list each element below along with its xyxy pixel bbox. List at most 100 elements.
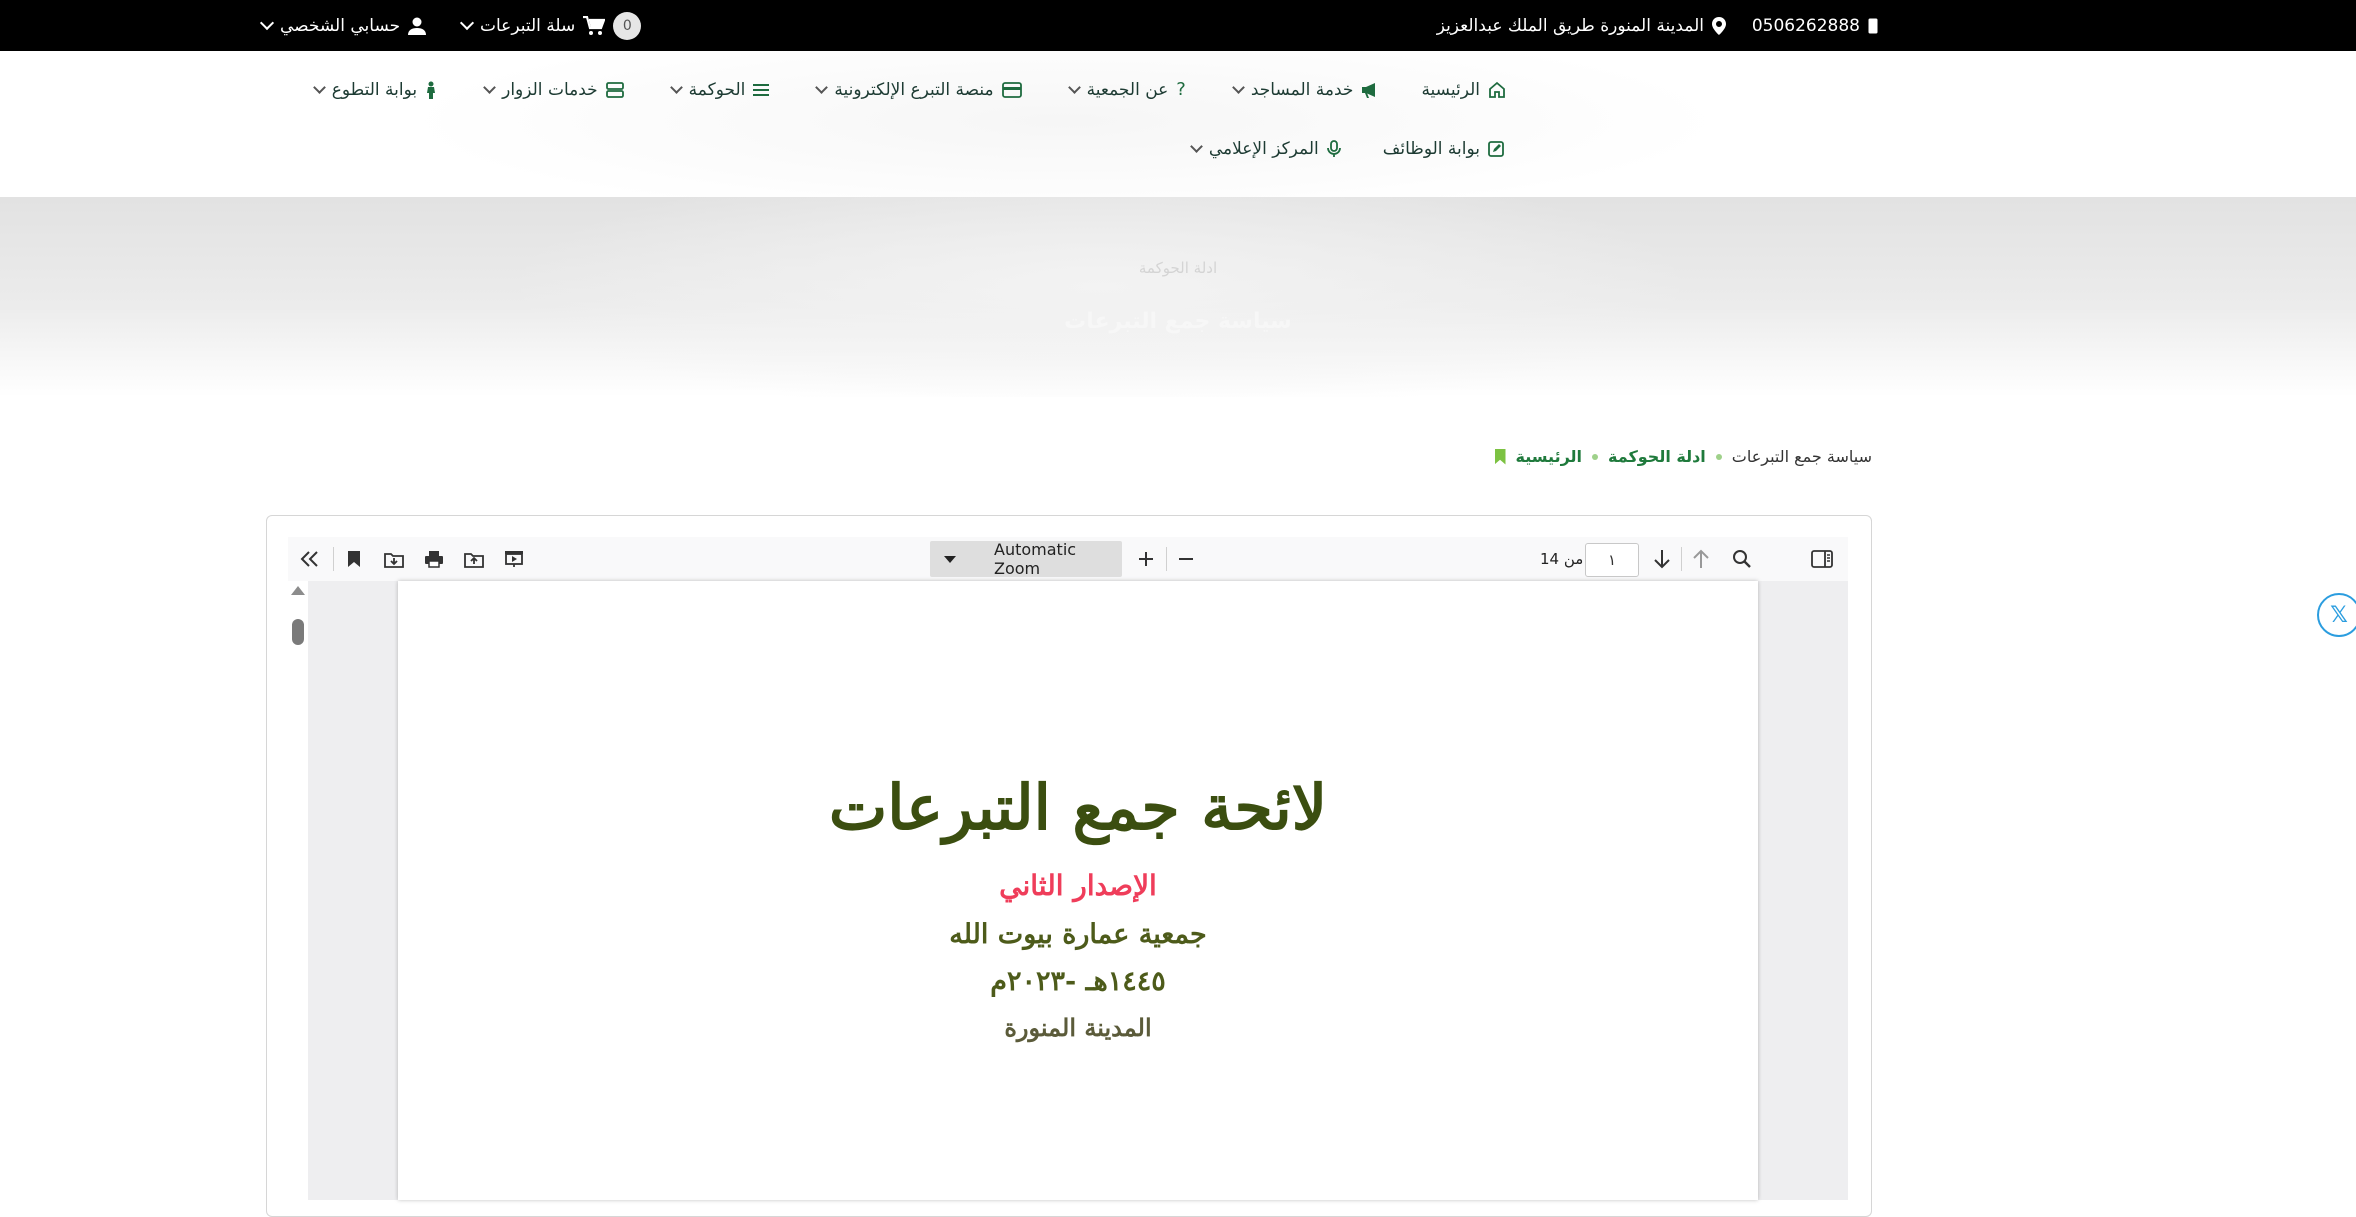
- user-icon: [408, 17, 427, 35]
- pdf-toolbar: Automatic Zoom من 14 ١: [288, 537, 1848, 582]
- account-menu[interactable]: حسابي الشخصي: [259, 0, 427, 51]
- location-pin-icon: [1712, 16, 1726, 35]
- nav-label: عن الجمعية: [1086, 79, 1169, 100]
- outer-scrollbar[interactable]: [288, 581, 308, 1200]
- pdf-page: لائحة جمع التبرعات الإصدار الثاني جمعية …: [398, 581, 1758, 1200]
- nav-label: الحوكمة: [688, 79, 746, 100]
- nav-item-mosque-services[interactable]: خدمة المساجد: [1228, 80, 1380, 100]
- nav-label: الرئيسية: [1421, 79, 1480, 100]
- scroll-up-arrow-icon[interactable]: [291, 586, 305, 595]
- hero-background-image: [500, 197, 1700, 397]
- top-bar: 0506262888 المدينة المنورة طريق الملك عب…: [0, 0, 2356, 51]
- nav-label: بوابة الوظائف: [1382, 139, 1480, 159]
- nav-item-jobs-portal[interactable]: بوابة الوظائف: [1383, 139, 1504, 159]
- breadcrumb-section[interactable]: ادلة الحوكمة: [1608, 447, 1706, 466]
- breadcrumb-separator: [1715, 453, 1722, 460]
- page-number-input[interactable]: ١: [1585, 543, 1639, 577]
- nav-row-2: بوابة الوظائف المركز الإعلامي: [1186, 139, 1504, 159]
- breadcrumb-separator: [1592, 453, 1599, 460]
- presentation-icon: [504, 550, 524, 568]
- chevron-down-icon: [1067, 80, 1081, 94]
- nav-item-home[interactable]: الرئيسية: [1421, 80, 1506, 100]
- zoom-value: Automatic Zoom: [994, 540, 1077, 578]
- open-file-button[interactable]: [458, 537, 490, 581]
- toolbar-separator: [1681, 547, 1682, 571]
- nav-item-visitor-services[interactable]: خدمات الزوار: [479, 80, 624, 100]
- megaphone-icon: [1361, 82, 1379, 98]
- sidebar-icon: [1811, 550, 1833, 568]
- presentation-mode-button[interactable]: [498, 537, 530, 581]
- chevron-down-icon: [815, 80, 829, 94]
- chevron-down-icon: [459, 15, 475, 31]
- mobile-icon: [1868, 18, 1878, 34]
- nav-item-about[interactable]: ? عن الجمعية: [1064, 79, 1186, 100]
- next-page-button[interactable]: [1646, 537, 1678, 581]
- sidebar-toggle-button[interactable]: [1806, 537, 1838, 581]
- chevron-down-icon: [1189, 140, 1203, 153]
- page-title: سياسة جمع التبرعات: [1064, 309, 1292, 334]
- main-navigation: الرئيسية خدمة المساجد ? عن الجمعية منصة …: [0, 51, 2356, 197]
- print-button[interactable]: [418, 537, 450, 581]
- bookmark-icon: [347, 550, 361, 568]
- nav-item-donation-platform[interactable]: منصة التبرع الإلكترونية: [811, 80, 1022, 100]
- document-city: المدينة المنورة: [1004, 1013, 1152, 1042]
- nav-item-volunteer-portal[interactable]: بوابة التطوع: [309, 80, 437, 100]
- nav-item-governance[interactable]: الحوكمة: [666, 80, 770, 100]
- address-contact: المدينة المنورة طريق الملك عبدالعزيز: [1437, 0, 1726, 51]
- plus-icon: [1137, 550, 1155, 568]
- arrow-down-icon: [1653, 549, 1671, 569]
- open-file-icon: [464, 550, 484, 568]
- download-button[interactable]: [378, 537, 410, 581]
- x-social-button[interactable]: 𝕏: [2317, 593, 2356, 637]
- previous-page-button[interactable]: [1685, 537, 1717, 581]
- document-edition: الإصدار الثاني: [999, 869, 1157, 902]
- zoom-select[interactable]: Automatic Zoom: [930, 540, 1122, 578]
- phone-number: 0506262888: [1751, 15, 1860, 36]
- donations-cart[interactable]: 0 سلة التبرعات: [459, 0, 642, 51]
- question-icon: ?: [1176, 79, 1186, 100]
- chevron-down-icon: [259, 15, 275, 31]
- nav-label: خدمات الزوار: [502, 79, 598, 100]
- bookmark-icon: [1494, 448, 1506, 465]
- document-date: ١٤٤٥هـ -٢٠٢٣م: [990, 966, 1166, 997]
- minus-icon: [1177, 550, 1195, 568]
- hero-subtitle: ادلة الحوكمة: [1138, 259, 1218, 277]
- search-icon: [1732, 549, 1752, 569]
- chevron-down-icon: [483, 80, 496, 94]
- list-icon: [753, 83, 770, 97]
- phone-contact[interactable]: 0506262888: [1752, 0, 1878, 51]
- chevron-down-icon: [312, 80, 326, 94]
- cart-label: سلة التبرعات: [480, 15, 576, 36]
- credit-card-icon: [1001, 81, 1022, 98]
- document-title: لائحة جمع التبرعات: [828, 771, 1328, 844]
- nav-label: خدمة المساجد: [1250, 79, 1354, 100]
- x-logo-icon: 𝕏: [2330, 602, 2348, 628]
- document-organization: جمعية عمارة بيوت الله: [949, 919, 1207, 950]
- nav-ornament: [400, 51, 1730, 197]
- account-label: حسابي الشخصي: [280, 15, 401, 36]
- breadcrumb-home[interactable]: الرئيسية: [1516, 447, 1583, 466]
- download-icon: [384, 550, 404, 568]
- chevron-down-icon: [1231, 80, 1245, 94]
- zoom-in-button[interactable]: [1130, 537, 1162, 581]
- chevron-down-icon: [944, 555, 956, 563]
- toolbar-separator: [1166, 547, 1167, 571]
- nav-item-media-center[interactable]: المركز الإعلامي: [1186, 139, 1341, 159]
- nav-label: المركز الإعلامي: [1208, 139, 1319, 159]
- microphone-icon: [1326, 140, 1341, 158]
- tools-toggle-button[interactable]: [294, 537, 326, 581]
- arrow-up-icon: [1692, 549, 1710, 569]
- cart-count-badge: 0: [613, 11, 642, 40]
- find-button[interactable]: [1726, 537, 1758, 581]
- toolbar-separator: [333, 547, 334, 571]
- chevron-down-icon: [669, 80, 683, 94]
- breadcrumb-current: سياسة جمع التبرعات: [1731, 447, 1872, 466]
- nav-row-1: الرئيسية خدمة المساجد ? عن الجمعية منصة …: [309, 79, 1506, 100]
- person-icon: [425, 81, 437, 99]
- zoom-out-button[interactable]: [1170, 537, 1202, 581]
- scrollbar-thumb[interactable]: [292, 619, 304, 645]
- breadcrumb: الرئيسية ادلة الحوكمة سياسة جمع التبرعات: [1494, 447, 1872, 466]
- address-text: المدينة المنورة طريق الملك عبدالعزيز: [1436, 15, 1704, 36]
- bookmark-button[interactable]: [338, 537, 370, 581]
- server-icon: [605, 81, 624, 98]
